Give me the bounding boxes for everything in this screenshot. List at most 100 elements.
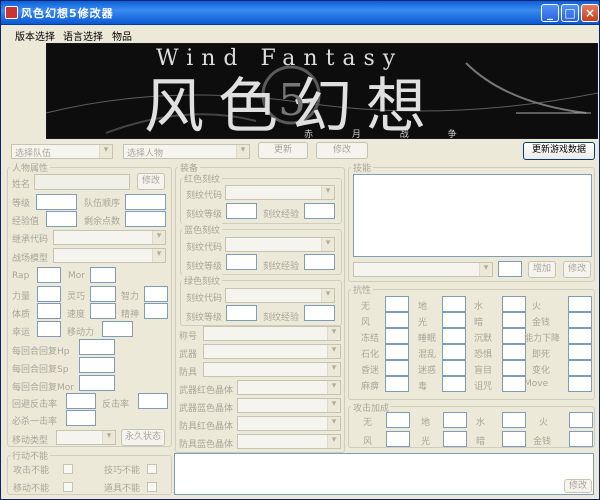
skill-modify-button[interactable]: 修改: [563, 261, 591, 278]
strength-field[interactable]: [37, 286, 61, 302]
attack-bonus-label-3: 火: [539, 418, 549, 428]
weapon-red-crystal-select[interactable]: [237, 380, 341, 395]
mor-regen-field[interactable]: [79, 375, 115, 391]
resistance-field-17[interactable]: [442, 360, 466, 376]
skill-select[interactable]: [353, 262, 493, 277]
menu-language[interactable]: 语言选择: [63, 28, 103, 43]
resistance-field-6[interactable]: [502, 312, 526, 328]
resistance-field-2[interactable]: [502, 296, 526, 312]
hp-regen-field[interactable]: [79, 339, 115, 355]
red-crest-code-select[interactable]: [225, 185, 335, 200]
resistance-field-12[interactable]: [385, 344, 409, 360]
resistance-field-1[interactable]: [442, 296, 466, 312]
attack-disable-checkbox[interactable]: [63, 464, 73, 474]
resistance-field-7[interactable]: [568, 312, 592, 328]
strength-label: 力量: [12, 292, 31, 302]
luck-field[interactable]: [37, 321, 61, 337]
resistance-field-8[interactable]: [385, 328, 409, 344]
resistance-field-21[interactable]: [442, 376, 466, 392]
red-crest-exp-field[interactable]: [304, 203, 335, 219]
attack-bonus-field-0[interactable]: [386, 412, 410, 428]
skill-add-button[interactable]: 增加: [528, 261, 556, 278]
resistance-field-4[interactable]: [385, 312, 409, 328]
battle-model-select[interactable]: [53, 248, 166, 263]
resistance-field-10[interactable]: [502, 328, 526, 344]
close-button[interactable]: ×: [581, 4, 599, 22]
evade-counter-field[interactable]: [66, 393, 96, 409]
resistance-field-16[interactable]: [385, 360, 409, 376]
inherit-code-select[interactable]: [53, 230, 166, 245]
resistance-field-9[interactable]: [442, 328, 466, 344]
red-crest-level-field[interactable]: [226, 203, 257, 219]
name-field[interactable]: [34, 174, 130, 190]
title-select[interactable]: [203, 326, 341, 341]
level-field[interactable]: [36, 194, 77, 210]
resistance-field-19[interactable]: [568, 360, 592, 376]
resistance-field-3[interactable]: [568, 296, 592, 312]
attack-bonus-field-3[interactable]: [569, 412, 593, 428]
resistance-field-14[interactable]: [502, 344, 526, 360]
move-type-select[interactable]: [56, 430, 116, 445]
spirit-field[interactable]: [144, 303, 168, 319]
permanent-status-button[interactable]: 永久状态: [121, 429, 165, 446]
exp-field[interactable]: [46, 211, 77, 227]
intelligence-field[interactable]: [144, 286, 168, 302]
move-disable-checkbox[interactable]: [63, 482, 73, 492]
crit-field[interactable]: [66, 410, 96, 426]
minimize-button[interactable]: _: [541, 4, 559, 22]
skills-list[interactable]: [353, 174, 592, 257]
vitality-field[interactable]: [37, 303, 61, 319]
attack-bonus-field-4[interactable]: [386, 431, 410, 447]
remaining-points-field[interactable]: [125, 211, 166, 227]
skill-disable-checkbox[interactable]: [147, 464, 157, 474]
menu-version[interactable]: 版本选择: [15, 28, 55, 43]
team-select[interactable]: 选择队伍: [11, 144, 113, 159]
blue-crest-code-select[interactable]: [225, 237, 335, 252]
blue-crest-level-field[interactable]: [226, 254, 257, 270]
attack-bonus-label-2: 水: [476, 418, 486, 428]
maximize-button[interactable]: □: [561, 4, 579, 22]
move-field[interactable]: [102, 321, 133, 337]
blue-crest-exp-field[interactable]: [304, 254, 335, 270]
resistance-field-23[interactable]: [568, 376, 592, 392]
resistance-field-20[interactable]: [385, 376, 409, 392]
resistance-field-0[interactable]: [385, 296, 409, 312]
log-textarea[interactable]: [174, 453, 594, 495]
attack-bonus-field-2[interactable]: [502, 412, 526, 428]
resistance-field-22[interactable]: [502, 376, 526, 392]
counter-field[interactable]: [138, 393, 168, 409]
green-crest-exp-field[interactable]: [304, 305, 335, 321]
menu-items[interactable]: 物品: [112, 28, 132, 43]
armor-blue-crystal-select[interactable]: [237, 434, 341, 449]
attack-bonus-field-5[interactable]: [443, 431, 467, 447]
weapon-select[interactable]: [203, 344, 341, 359]
green-crest-code-select[interactable]: [225, 288, 335, 303]
name-modify-button[interactable]: 修改: [137, 173, 165, 190]
resistance-field-18[interactable]: [502, 360, 526, 376]
item-disable-checkbox[interactable]: [147, 482, 157, 492]
skill-level-field[interactable]: [498, 261, 522, 277]
attack-bonus-field-6[interactable]: [502, 431, 526, 447]
modify-button-top[interactable]: 修改: [316, 142, 368, 159]
resistance-field-15[interactable]: [568, 344, 592, 360]
resistance-field-5[interactable]: [442, 312, 466, 328]
rap-field[interactable]: [37, 267, 61, 283]
mor-field[interactable]: [90, 267, 116, 283]
resistance-field-11[interactable]: [568, 328, 592, 344]
speed-field[interactable]: [90, 303, 116, 319]
weapon-blue-crystal-select[interactable]: [237, 398, 341, 413]
resistance-field-13[interactable]: [442, 344, 466, 360]
character-select[interactable]: 选择人物: [123, 144, 250, 159]
title-bar[interactable]: 风色幻想5修改器 _ □ ×: [1, 1, 599, 25]
attack-bonus-field-7[interactable]: [569, 431, 593, 447]
armor-red-crystal-select[interactable]: [237, 416, 341, 431]
attack-bonus-field-1[interactable]: [443, 412, 467, 428]
agility-field[interactable]: [90, 286, 116, 302]
green-crest-level-field[interactable]: [226, 305, 257, 321]
sp-regen-field[interactable]: [79, 357, 115, 373]
refresh-button[interactable]: 更新: [258, 142, 308, 159]
team-order-field[interactable]: [125, 194, 166, 210]
armor-select[interactable]: [203, 362, 341, 377]
update-game-data-button[interactable]: 更新游戏数据: [523, 142, 595, 160]
bottom-modify-button[interactable]: 修改: [564, 479, 592, 493]
